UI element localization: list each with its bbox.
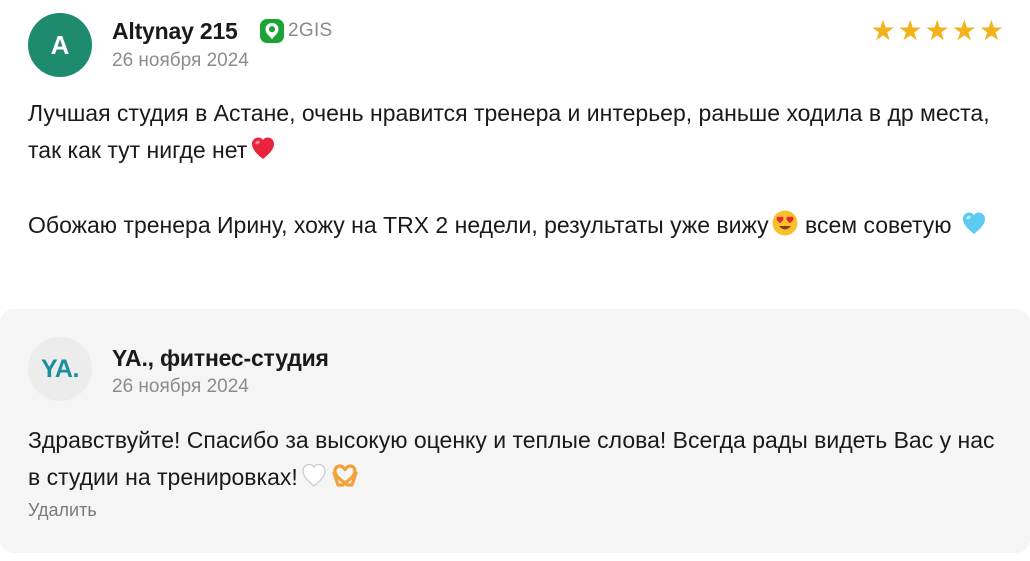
star-icon: ★ xyxy=(924,14,950,47)
heart-hands-icon xyxy=(330,461,358,489)
review-text-2a: Обожаю тренера Ирину, хожу на TRX 2 неде… xyxy=(28,212,769,238)
2gis-pin-icon xyxy=(260,19,284,43)
reply-date: 26 ноября 2024 xyxy=(112,376,249,397)
reviewer-name[interactable]: Altynay 215 xyxy=(112,18,238,45)
light-blue-heart-icon xyxy=(960,209,988,237)
studio-logo[interactable]: YA. xyxy=(28,337,92,401)
review-paragraph-1: Лучшая студия в Астане, очень нравится т… xyxy=(28,95,1003,169)
reviewer-avatar[interactable]: A xyxy=(28,13,92,77)
delete-reply-button[interactable]: Удалить xyxy=(28,500,97,521)
review-date: 26 ноября 2024 xyxy=(112,50,249,71)
heart-eyes-icon xyxy=(771,209,799,237)
red-heart-icon xyxy=(249,134,277,162)
review-text-1: Лучшая студия в Астане, очень нравится т… xyxy=(28,100,990,163)
star-icon: ★ xyxy=(870,14,896,47)
star-icon: ★ xyxy=(897,14,923,47)
star-icon: ★ xyxy=(978,14,1004,47)
review-source: 2GIS xyxy=(260,19,333,43)
review-paragraph-2: Обожаю тренера Ирину, хожу на TRX 2 неде… xyxy=(28,207,1003,244)
star-icon: ★ xyxy=(951,14,977,47)
source-label: 2GIS xyxy=(288,20,333,41)
owner-reply-card: YA. YA., фитнес-студия 26 ноября 2024 Зд… xyxy=(0,309,1030,553)
review-card: A Altynay 215 2GIS 26 ноября 2024 ★ ★ ★ … xyxy=(0,0,1030,300)
reply-text: Здравствуйте! Спасибо за высокую оценку … xyxy=(28,427,995,490)
rating-stars: ★ ★ ★ ★ ★ xyxy=(870,14,1004,48)
white-heart-icon xyxy=(300,461,328,489)
reply-paragraph: Здравствуйте! Спасибо за высокую оценку … xyxy=(28,422,1003,496)
reply-author[interactable]: YA., фитнес-студия xyxy=(112,345,329,372)
review-text-2b: всем советую xyxy=(798,212,958,238)
